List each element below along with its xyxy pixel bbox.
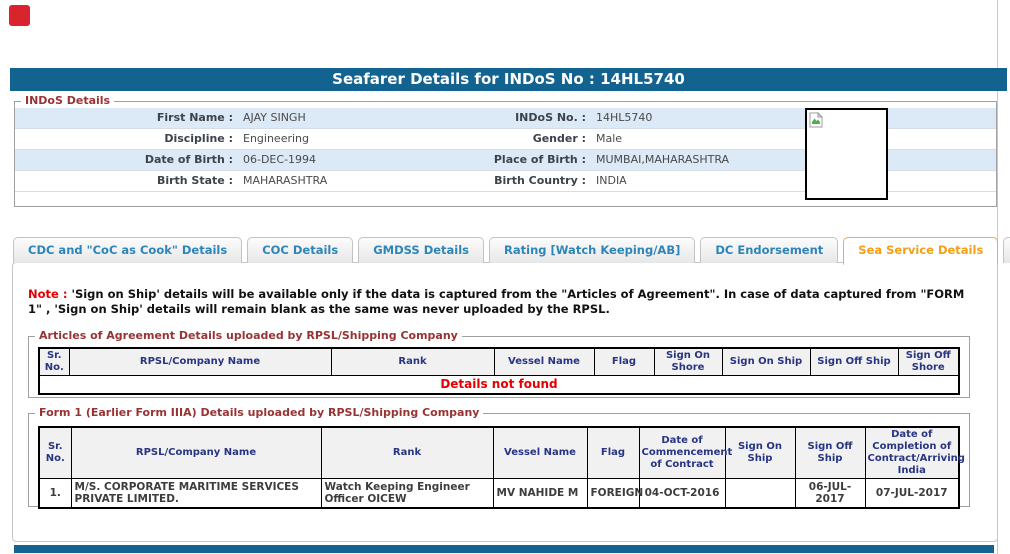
discipline-label: Discipline : (15, 129, 233, 149)
dob-label: Date of Birth : (15, 150, 233, 170)
cell-rank: Watch Keeping Engineer Officer OICEW (321, 479, 493, 509)
articles-of-agreement-legend: Articles of Agreement Details uploaded b… (35, 329, 462, 342)
cell-flag: FOREIGN (587, 479, 639, 509)
indos-no-label: INDoS No. : (469, 108, 586, 128)
tab-cdc-coc-cook-details[interactable]: CDC and "CoC as Cook" Details (13, 237, 242, 263)
gender-value: Male (586, 129, 996, 149)
cell-sign-on-ship (725, 479, 795, 509)
tab-dc-endorsement[interactable]: DC Endorsement (700, 237, 838, 263)
broken-image-icon (809, 112, 823, 128)
form1-table: Sr. No. RPSL/Company Name Rank Vessel Na… (38, 426, 960, 509)
details-not-found-message: Details not found (39, 376, 959, 395)
cell-company: M/S. CORPORATE MARITIME SERVICES PRIVATE… (71, 479, 321, 509)
column-header-vessel: Vessel Name (494, 348, 594, 376)
table-row: 1. M/S. CORPORATE MARITIME SERVICES PRIV… (39, 479, 959, 509)
dob-value: 06-DEC-1994 (233, 150, 469, 170)
column-header-sign-off-shore: Sign Off Shore (898, 348, 959, 376)
cell-vessel: MV NAHIDE M (493, 479, 587, 509)
column-header-rank: Rank (321, 427, 493, 479)
column-header-sign-on-ship: Sign On Ship (722, 348, 810, 376)
birth-state-value: MAHARASHTRA (233, 171, 469, 191)
form1-legend: Form 1 (Earlier Form IIIA) Details uploa… (35, 406, 483, 419)
column-header-completion: Date of Completion of Contract/Arriving … (865, 427, 959, 479)
photo-placeholder (805, 108, 888, 200)
seafarer-details-page: Seafarer Details for INDoS No : 14HL5740… (0, 0, 1010, 554)
indos-details-legend: INDoS Details (21, 94, 114, 107)
column-header-flag: Flag (587, 427, 639, 479)
cell-completion: 07-JUL-2017 (865, 479, 959, 509)
gender-label: Gender : (469, 129, 586, 149)
column-header-flag: Flag (594, 348, 654, 376)
place-of-birth-label: Place of Birth : (469, 150, 586, 170)
column-header-sr-no: Sr. No. (39, 427, 71, 479)
articles-of-agreement-table: Sr. No. RPSL/Company Name Rank Vessel Na… (38, 347, 960, 395)
tab-training-details[interactable]: Training Details (1003, 237, 1010, 263)
birth-country-label: Birth Country : (469, 171, 586, 191)
discipline-value: Engineering (233, 129, 469, 149)
column-header-sign-on-ship: Sign On Ship (725, 427, 795, 479)
page-title: Seafarer Details for INDoS No : 14HL5740 (10, 68, 1007, 91)
table-header-row: Sr. No. RPSL/Company Name Rank Vessel Na… (39, 427, 959, 479)
first-name-label: First Name : (15, 108, 233, 128)
empty-result-row: Details not found (39, 376, 959, 395)
note-text: Note : 'Sign on Ship' details will be av… (28, 287, 982, 317)
first-name-value: AJAY SINGH (233, 108, 469, 128)
note-body: 'Sign on Ship' details will be available… (28, 287, 964, 316)
articles-of-agreement-section: Articles of Agreement Details uploaded b… (28, 336, 970, 398)
form1-section: Form 1 (Earlier Form IIIA) Details uploa… (28, 413, 970, 507)
cell-sign-off-ship: 06-JUL-2017 (795, 479, 865, 509)
footer-bar (14, 545, 994, 553)
tab-rating-watch-keeping[interactable]: Rating [Watch Keeping/AB] (489, 237, 695, 263)
column-header-sr-no: Sr. No. (39, 348, 69, 376)
tab-gmdss-details[interactable]: GMDSS Details (358, 237, 484, 263)
column-header-rank: Rank (331, 348, 494, 376)
column-header-company: RPSL/Company Name (69, 348, 331, 376)
birth-country-value: INDIA (586, 171, 996, 191)
table-header-row: Sr. No. RPSL/Company Name Rank Vessel Na… (39, 348, 959, 376)
column-header-vessel: Vessel Name (493, 427, 587, 479)
cell-sr-no: 1. (39, 479, 71, 509)
note-prefix: Note : (28, 287, 71, 301)
column-header-sign-on-shore: Sign On Shore (654, 348, 722, 376)
tab-sea-service-details[interactable]: Sea Service Details (843, 237, 998, 265)
red-annotation-marker (9, 5, 30, 26)
column-header-sign-off-ship: Sign Off Ship (810, 348, 898, 376)
detail-tabs: CDC and "CoC as Cook" Details COC Detail… (13, 237, 1010, 265)
column-header-company: RPSL/Company Name (71, 427, 321, 479)
tab-coc-details[interactable]: COC Details (247, 237, 353, 263)
column-header-commencement: Date of Commencement of Contract (639, 427, 725, 479)
place-of-birth-value: MUMBAI,MAHARASHTRA (586, 150, 996, 170)
column-header-sign-off-ship: Sign Off Ship (795, 427, 865, 479)
cell-commencement: 04-OCT-2016 (639, 479, 725, 509)
indos-no-value: 14HL5740 (586, 108, 996, 128)
birth-state-label: Birth State : (15, 171, 233, 191)
